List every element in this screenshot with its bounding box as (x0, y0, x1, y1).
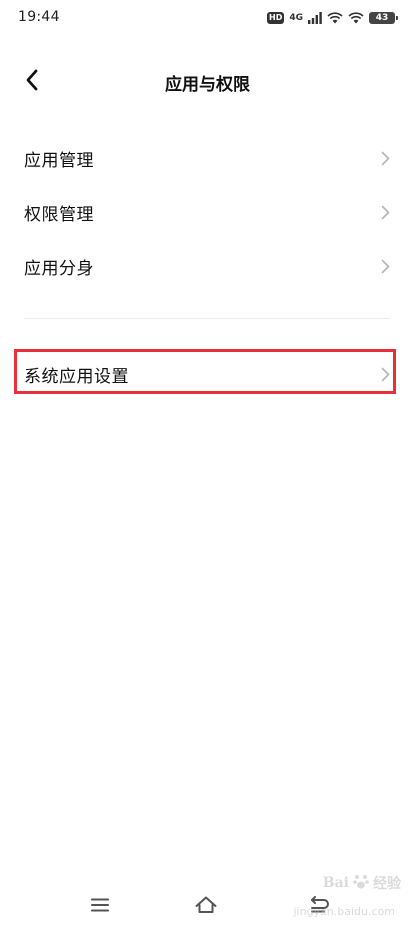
header: 应用与权限 (0, 58, 415, 106)
paw-icon (352, 872, 370, 894)
home-icon (194, 895, 218, 919)
menu-button[interactable] (86, 893, 114, 921)
page-title: 应用与权限 (165, 75, 250, 95)
wifi-icon (327, 9, 343, 28)
menu-item-label: 应用分身 (24, 258, 94, 279)
wifi-icon-2 (348, 9, 364, 28)
menu-item-label: 权限管理 (24, 204, 94, 225)
menu-item-app-management[interactable]: 应用管理 (24, 134, 392, 182)
status-icons: HD 4G 43 (267, 9, 398, 28)
menu-item-label: 系统应用设置 (24, 366, 129, 387)
network-type: 4G (289, 13, 303, 23)
watermark-url: jingyan.baidu.com (293, 905, 395, 918)
watermark: Bai 经验 (323, 872, 401, 894)
divider (24, 318, 390, 319)
chevron-right-icon (378, 259, 392, 273)
chevron-right-icon (378, 205, 392, 219)
menu-item-permission-management[interactable]: 权限管理 (24, 188, 392, 236)
menu-item-app-clone[interactable]: 应用分身 (24, 242, 392, 290)
chevron-right-icon (378, 367, 392, 381)
chevron-right-icon (378, 151, 392, 165)
menu-item-label: 应用管理 (24, 150, 94, 171)
menu-icon (90, 897, 110, 917)
status-time: 19:44 (18, 9, 60, 25)
watermark-brand: Bai (322, 875, 349, 891)
menu-item-system-app-settings[interactable]: 系统应用设置 (24, 350, 392, 398)
battery-icon: 43 (369, 12, 398, 24)
signal-icon (308, 9, 322, 28)
home-button[interactable] (192, 893, 220, 921)
status-bar: 19:44 HD 4G 43 (0, 0, 415, 36)
hd-badge: HD (267, 12, 285, 24)
watermark-suffix: 经验 (373, 876, 401, 892)
